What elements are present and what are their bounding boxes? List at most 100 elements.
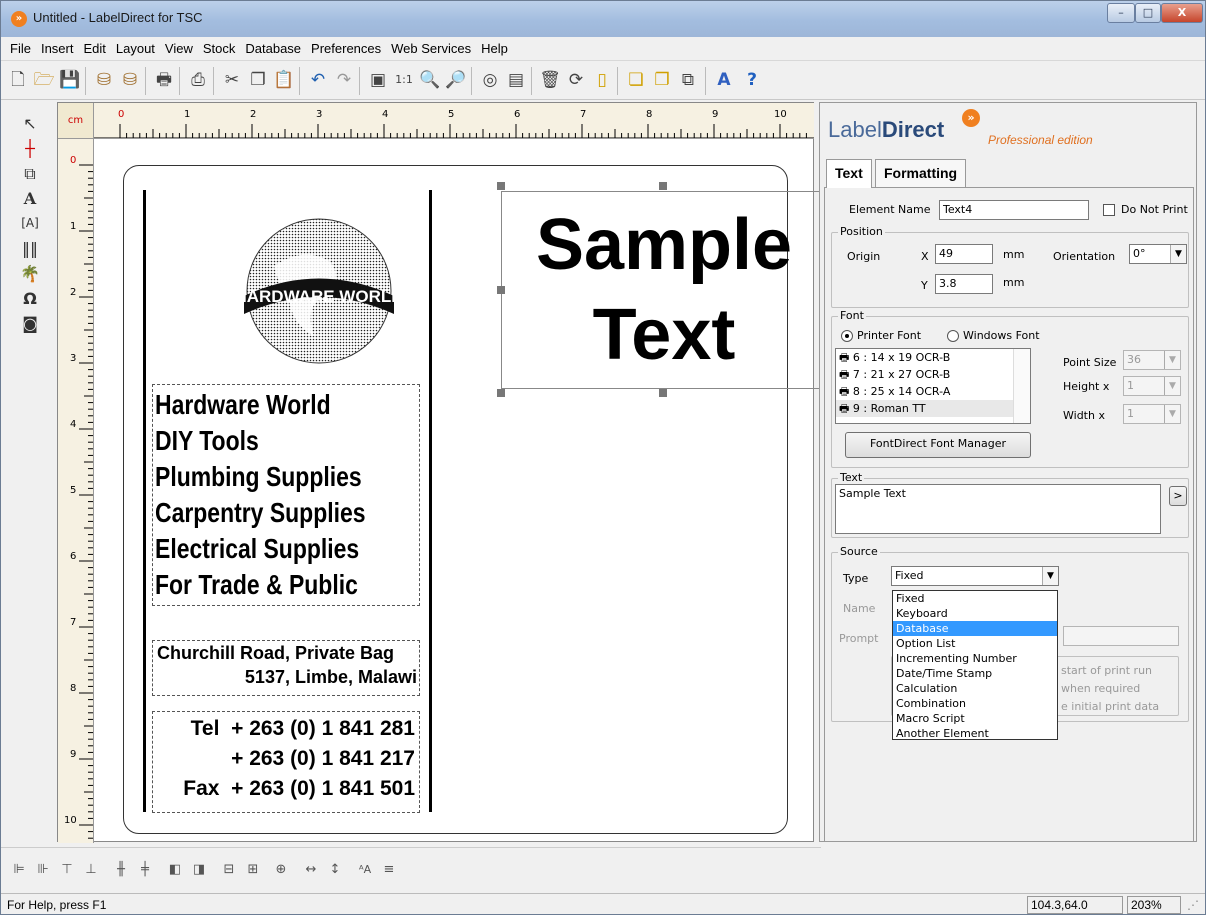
- same-width-icon[interactable]: ◧: [165, 860, 185, 880]
- group-icon[interactable]: ⧉: [677, 69, 699, 91]
- source-option[interactable]: Macro Script: [893, 711, 1057, 726]
- align-left-icon[interactable]: ⊫: [9, 860, 29, 880]
- font-item[interactable]: 🖶 7 : 21 x 27 OCR-B: [836, 366, 1030, 383]
- rotate-icon[interactable]: ⟳: [565, 69, 587, 91]
- font-item[interactable]: 🖶 8 : 25 x 14 OCR-A: [836, 383, 1030, 400]
- prompt-field[interactable]: [1063, 626, 1179, 646]
- align-top-icon[interactable]: ⊤: [57, 860, 77, 880]
- menu-insert[interactable]: Insert: [36, 41, 79, 56]
- center-horizontal-icon[interactable]: ╪: [135, 860, 155, 880]
- tab-formatting[interactable]: Formatting: [875, 159, 967, 187]
- width-select[interactable]: 1 ▼: [1123, 404, 1181, 424]
- origin-x-field[interactable]: 49: [935, 244, 993, 264]
- printer-font-radio[interactable]: [841, 330, 853, 342]
- font-size-icon[interactable]: ᴬA: [355, 860, 375, 880]
- menu-edit[interactable]: Edit: [78, 41, 110, 56]
- services-text-box[interactable]: Hardware World DIY Tools Plumbing Suppli…: [152, 384, 420, 606]
- menu-stock[interactable]: Stock: [198, 41, 241, 56]
- font-manager-button[interactable]: FontDirect Font Manager: [845, 432, 1031, 458]
- resize-handle-w[interactable]: [497, 286, 505, 294]
- source-option[interactable]: Incrementing Number: [893, 651, 1057, 666]
- send-back-icon[interactable]: ❐: [651, 69, 673, 91]
- orientation-select[interactable]: 0° ▼: [1129, 244, 1187, 264]
- phone-text-box[interactable]: Tel + 263 (0) 1 841 281 + 263 (0) 1 841 …: [152, 711, 420, 813]
- text-style-icon[interactable]: A: [713, 69, 735, 91]
- menu-layout[interactable]: Layout: [111, 41, 160, 56]
- zoom-out-icon[interactable]: 🔎: [445, 69, 467, 91]
- font-list-scrollbar[interactable]: [1013, 349, 1030, 423]
- menu-database[interactable]: Database: [240, 41, 306, 56]
- font-list[interactable]: 🖶 6 : 14 x 19 OCR-B 🖶 7 : 21 x 27 OCR-B …: [835, 348, 1031, 424]
- paste-icon[interactable]: 📋: [273, 69, 295, 91]
- address-text-box[interactable]: Churchill Road, Private Bag 5137, Limbe,…: [152, 640, 420, 696]
- hardware-world-globe-logo[interactable]: HARDWARE WORLD: [234, 206, 404, 376]
- maximize-button[interactable]: □: [1135, 3, 1161, 23]
- do-not-print-checkbox[interactable]: [1103, 204, 1115, 216]
- undo-icon[interactable]: ↶: [307, 69, 329, 91]
- text-tool-icon[interactable]: A: [17, 186, 43, 211]
- resize-grip-icon[interactable]: ⋰: [1187, 898, 1199, 912]
- print-icon[interactable]: 🖶: [153, 69, 175, 91]
- source-option[interactable]: Option List: [893, 636, 1057, 651]
- database-link-icon[interactable]: ⛁: [119, 69, 141, 91]
- source-option-selected[interactable]: Database: [893, 621, 1057, 636]
- menu-preferences[interactable]: Preferences: [306, 41, 386, 56]
- distribute-v-icon[interactable]: ↕: [325, 860, 345, 880]
- left-vertical-line[interactable]: [143, 190, 146, 812]
- help-icon[interactable]: ?: [741, 69, 763, 91]
- zoom-in-icon[interactable]: 🔍: [419, 69, 441, 91]
- pointer-icon[interactable]: ↖: [17, 111, 43, 136]
- windows-font-radio[interactable]: [947, 330, 959, 342]
- middle-vertical-line[interactable]: [429, 190, 432, 812]
- source-option[interactable]: Fixed: [893, 591, 1057, 606]
- source-option[interactable]: Date/Time Stamp: [893, 666, 1057, 681]
- space-across-icon[interactable]: ⊟: [219, 860, 239, 880]
- point-size-select[interactable]: 36 ▼: [1123, 350, 1181, 370]
- line-tool-icon[interactable]: ┼: [17, 136, 43, 161]
- same-height-icon[interactable]: ◨: [189, 860, 209, 880]
- element-name-field[interactable]: Text4: [939, 200, 1089, 220]
- close-button[interactable]: X: [1161, 3, 1203, 23]
- source-option[interactable]: Combination: [893, 696, 1057, 711]
- source-type-select[interactable]: Fixed ▼: [891, 566, 1059, 586]
- image-tool-icon[interactable]: 🌴: [17, 261, 43, 286]
- font-item[interactable]: 🖶 9 : Roman TT: [836, 400, 1030, 417]
- bring-front-icon[interactable]: ❏: [625, 69, 647, 91]
- sample-text-element[interactable]: Sample Text: [501, 191, 825, 389]
- center-page-icon[interactable]: ⊕: [271, 860, 291, 880]
- font-item[interactable]: 🖶 6 : 14 x 19 OCR-B: [836, 349, 1030, 366]
- resize-handle-n[interactable]: [659, 182, 667, 190]
- distribute-h-icon[interactable]: ↔: [301, 860, 321, 880]
- text-box-tool-icon[interactable]: [A]: [17, 211, 43, 236]
- tab-text[interactable]: Text: [826, 159, 872, 188]
- line-spacing-icon[interactable]: ≡: [379, 860, 399, 880]
- text-expand-button[interactable]: >: [1169, 486, 1187, 506]
- new-file-icon[interactable]: 🗋: [7, 69, 29, 91]
- page-icon[interactable]: ▯: [591, 69, 613, 91]
- redo-icon[interactable]: ↷: [333, 69, 355, 91]
- copy-icon[interactable]: ❐: [247, 69, 269, 91]
- symbol-tool-icon[interactable]: Ω: [17, 286, 43, 311]
- source-type-dropdown[interactable]: Fixed Keyboard Database Option List Incr…: [892, 590, 1058, 740]
- menu-web-services[interactable]: Web Services: [386, 41, 476, 56]
- label-canvas[interactable]: cm 0 1 2 3 4 5 6 7 8 9 10 0 1 2 3 4 5 6 …: [57, 102, 829, 843]
- save-icon[interactable]: 💾: [59, 69, 81, 91]
- barcode-tool-icon[interactable]: ‖‖: [17, 236, 43, 261]
- text-content-field[interactable]: Sample Text: [835, 484, 1161, 534]
- stock-roll-icon[interactable]: ◎: [479, 69, 501, 91]
- center-vertical-icon[interactable]: ╫: [111, 860, 131, 880]
- source-option[interactable]: Another Element: [893, 726, 1057, 741]
- align-bottom-icon[interactable]: ⊥: [81, 860, 101, 880]
- align-right-icon[interactable]: ⊪: [33, 860, 53, 880]
- resize-handle-s[interactable]: [659, 389, 667, 397]
- menu-view[interactable]: View: [160, 41, 198, 56]
- fit-page-icon[interactable]: ▣: [367, 69, 389, 91]
- cut-icon[interactable]: ✂: [221, 69, 243, 91]
- resize-handle-sw[interactable]: [497, 389, 505, 397]
- actual-size-icon[interactable]: 1:1: [393, 69, 415, 91]
- box-tool-icon[interactable]: ⧉: [17, 161, 43, 186]
- database-icon[interactable]: ⛁: [93, 69, 115, 91]
- menu-help[interactable]: Help: [476, 41, 513, 56]
- source-option[interactable]: Keyboard: [893, 606, 1057, 621]
- shape-tool-icon[interactable]: ◙: [17, 311, 43, 336]
